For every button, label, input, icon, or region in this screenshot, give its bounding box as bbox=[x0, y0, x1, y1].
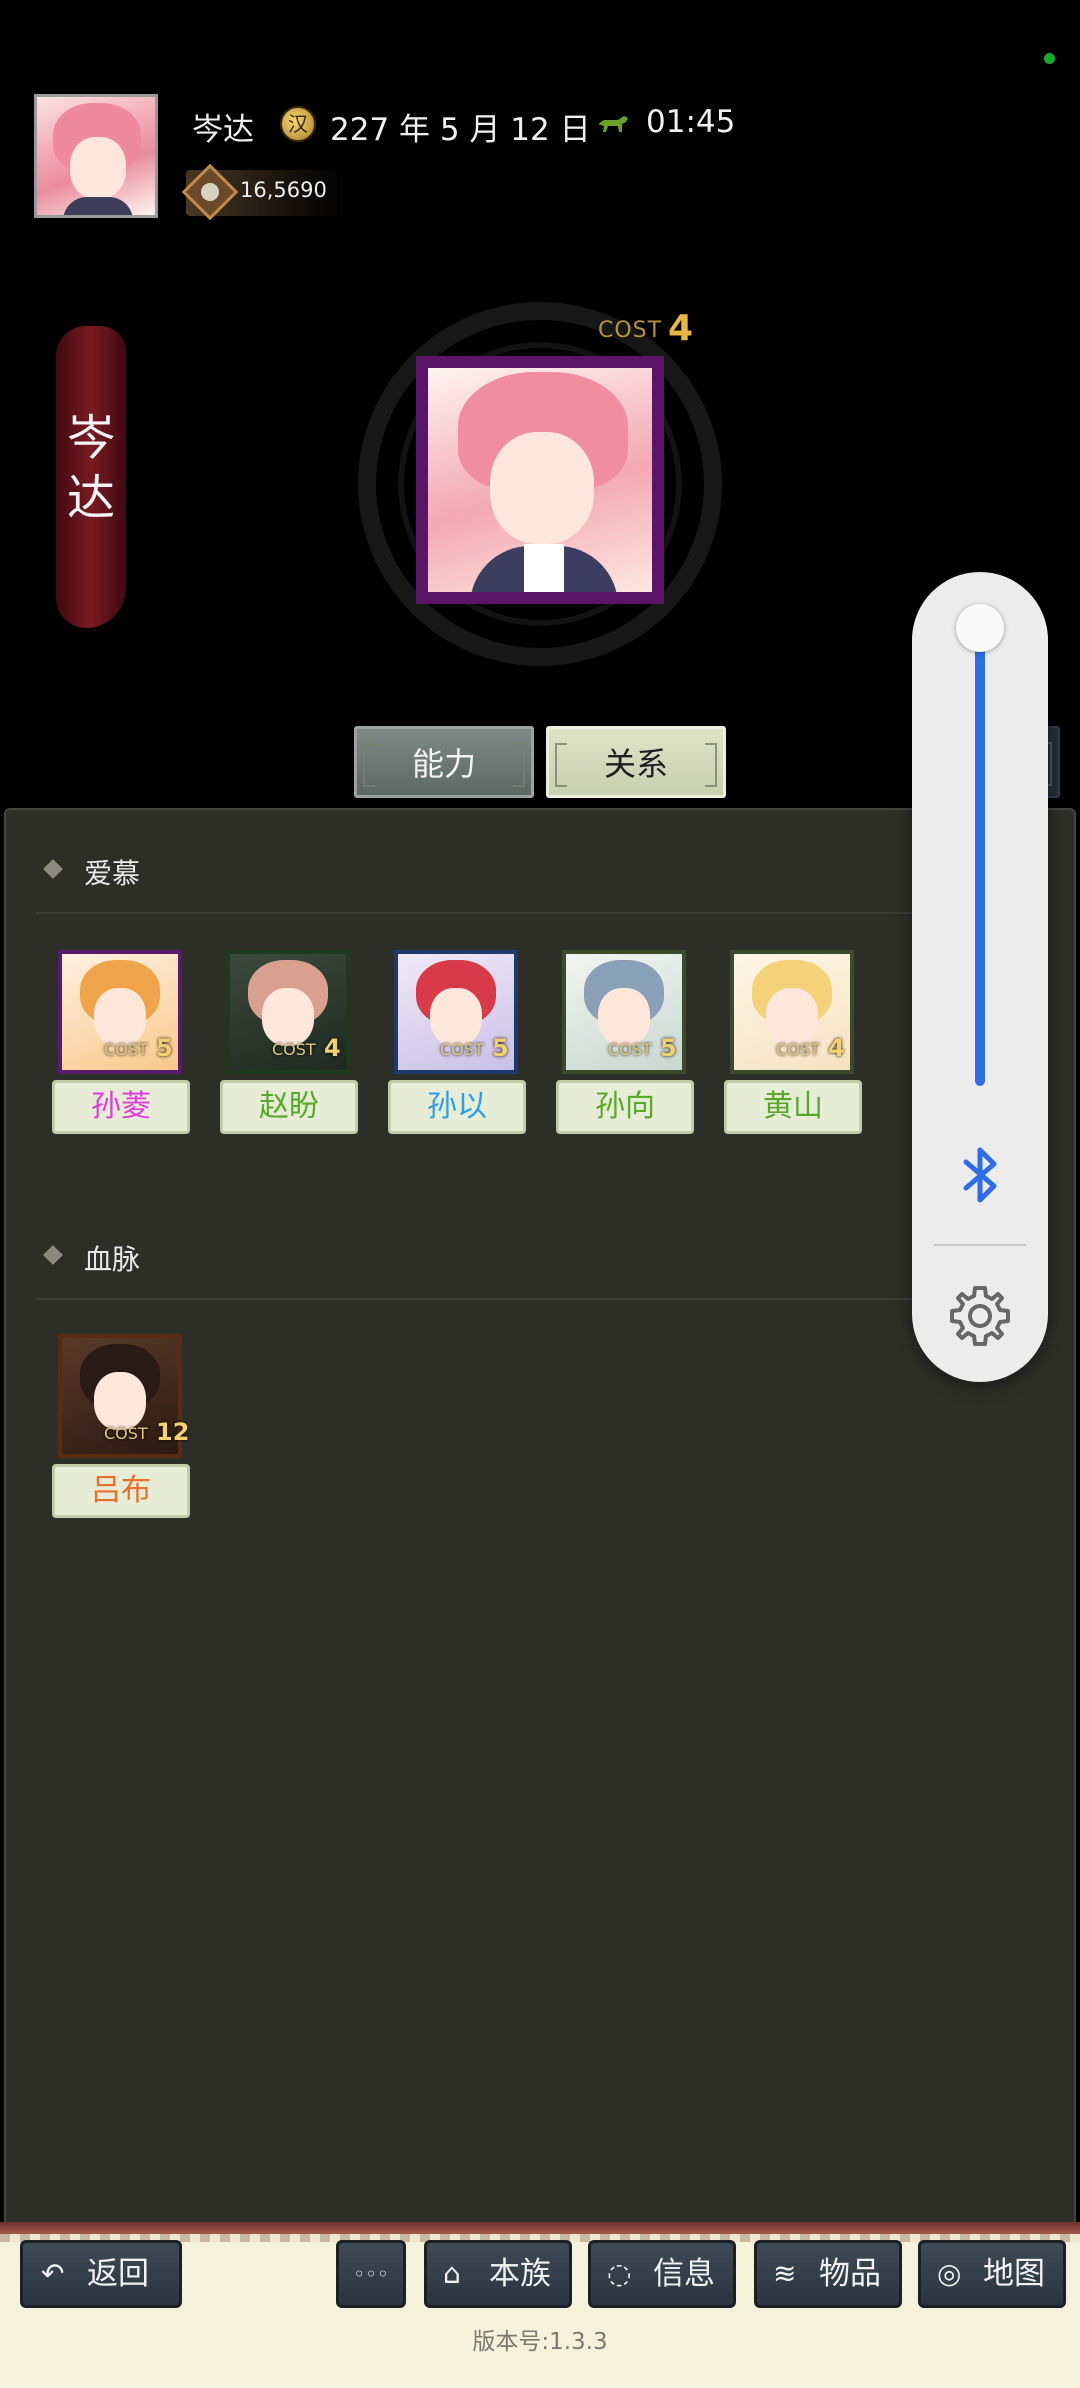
gold-amount: 16,5690 bbox=[240, 178, 327, 202]
section-title-admire: 爱慕 bbox=[84, 857, 141, 890]
map-globe-icon: ◎ bbox=[937, 2257, 962, 2290]
game-date: 227 年 5 月 12 日 bbox=[330, 112, 591, 148]
brightness-slider-handle[interactable] bbox=[956, 604, 1004, 652]
info-button[interactable]: ◌ 信息 bbox=[588, 2240, 736, 2308]
hero-portrait bbox=[416, 356, 664, 604]
quick-settings-divider bbox=[934, 1244, 1026, 1246]
character-cost-value: 5 bbox=[156, 1034, 173, 1062]
character-cost-label: COST bbox=[104, 1040, 148, 1059]
hero-cost-value: 4 bbox=[668, 308, 694, 349]
tab-relation[interactable]: 关系 bbox=[546, 726, 726, 798]
status-indicator bbox=[1044, 53, 1055, 64]
character-cost-label: COST bbox=[608, 1040, 652, 1059]
player-name: 岑达 bbox=[192, 112, 254, 148]
section-divider bbox=[36, 1298, 1026, 1300]
version-label: 版本号:1.3.3 bbox=[472, 2329, 608, 2355]
info-button-label: 信息 bbox=[653, 2256, 715, 2292]
player-avatar[interactable] bbox=[34, 94, 158, 218]
clan-button[interactable]: ⌂ 本族 bbox=[424, 2240, 572, 2308]
brightness-slider-track[interactable] bbox=[975, 630, 985, 1086]
items-button[interactable]: ≋ 物品 bbox=[754, 2240, 902, 2308]
tab-ability[interactable]: 能力 bbox=[354, 726, 534, 798]
game-time: 01:45 bbox=[646, 104, 736, 140]
more-button[interactable]: ◦◦◦ bbox=[336, 2240, 406, 2308]
character-name[interactable]: 孙向 bbox=[556, 1080, 694, 1134]
hero-cost-label: COST bbox=[598, 318, 663, 343]
bottom-bar-trim bbox=[0, 2222, 1080, 2234]
era-coin-icon: 汉 bbox=[280, 106, 316, 142]
character-name[interactable]: 赵盼 bbox=[220, 1080, 358, 1134]
character-cost-label: COST bbox=[272, 1040, 316, 1059]
character-name[interactable]: 孙以 bbox=[388, 1080, 526, 1134]
horse-icon bbox=[598, 116, 628, 132]
chat-bubble-icon: ◌ bbox=[607, 2257, 632, 2290]
settings-gear-icon[interactable] bbox=[946, 1282, 1014, 1350]
character-cost-label: COST bbox=[776, 1040, 820, 1059]
map-button-label: 地图 bbox=[983, 2256, 1045, 2292]
back-button-label: 返回 bbox=[87, 2256, 149, 2292]
section-title-bloodline: 血脉 bbox=[84, 1243, 141, 1276]
back-button[interactable]: ↶ 返回 bbox=[20, 2240, 182, 2308]
character-cost-value: 5 bbox=[492, 1034, 509, 1062]
character-cost-value: 12 bbox=[156, 1418, 190, 1446]
character-name[interactable]: 黄山 bbox=[724, 1080, 862, 1134]
character-name[interactable]: 孙菱 bbox=[52, 1080, 190, 1134]
character-cost-value: 5 bbox=[660, 1034, 677, 1062]
banner-name: 岑 达 bbox=[66, 410, 115, 526]
character-cost-value: 4 bbox=[324, 1034, 341, 1062]
section-divider bbox=[36, 912, 1026, 914]
character-cost-label: COST bbox=[104, 1424, 148, 1443]
character-cost-label: COST bbox=[440, 1040, 484, 1059]
clan-icon: ⌂ bbox=[443, 2257, 461, 2290]
back-arrow-icon: ↶ bbox=[41, 2257, 65, 2290]
bluetooth-icon[interactable] bbox=[950, 1140, 1010, 1210]
character-cost-value: 4 bbox=[828, 1034, 845, 1062]
character-name[interactable]: 吕布 bbox=[52, 1464, 190, 1518]
map-button[interactable]: ◎ 地图 bbox=[918, 2240, 1066, 2308]
items-button-label: 物品 bbox=[819, 2256, 881, 2292]
more-icon: ◦◦◦ bbox=[353, 2262, 389, 2286]
items-icon: ≋ bbox=[773, 2257, 797, 2290]
clan-button-label: 本族 bbox=[489, 2256, 551, 2292]
